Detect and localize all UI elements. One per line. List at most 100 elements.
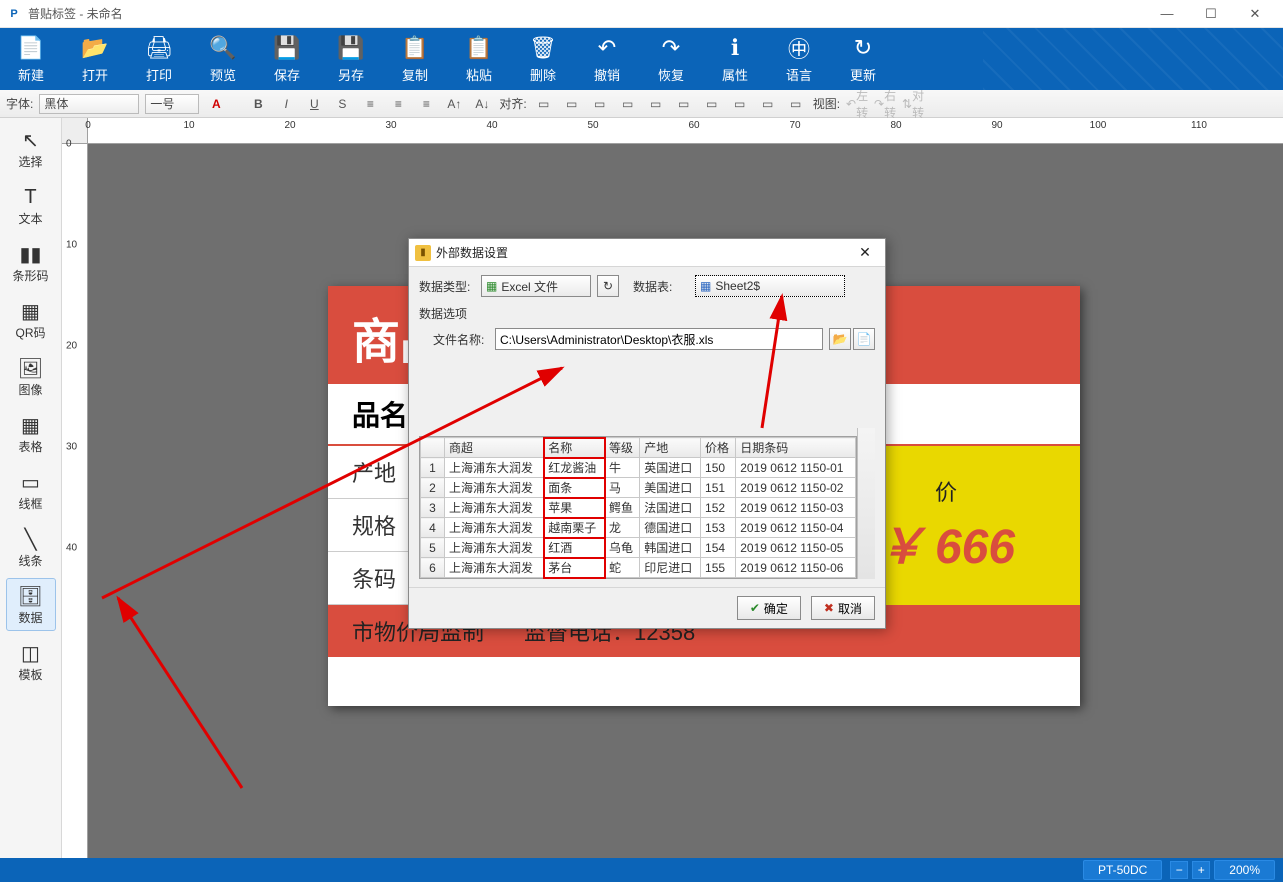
data-preview-table[interactable]: 商超名称等级产地价格日期条码1上海浦东大润发红龙酱油牛英国进口1502019 0… [419, 436, 857, 579]
table-cell[interactable]: 英国进口 [640, 458, 701, 478]
rotate-flip-button[interactable]: ⇅ 对转 [902, 94, 924, 114]
dialog-close-button[interactable]: ✕ [851, 243, 879, 263]
align-left-button[interactable]: ≡ [359, 94, 381, 114]
tool-image[interactable]: 🖼图像 [6, 350, 56, 403]
tool-select[interactable]: ↖选择 [6, 122, 56, 175]
copy-button[interactable]: 📋复制 [392, 35, 438, 84]
inc-font-button[interactable]: A↑ [443, 94, 465, 114]
table-scrollbar[interactable] [857, 428, 875, 579]
delete-button[interactable]: 🗑删除 [520, 35, 566, 84]
tool-line[interactable]: ╲线条 [6, 521, 56, 574]
obj-align-8[interactable]: ▭ [729, 94, 751, 114]
obj-align-2[interactable]: ▭ [561, 94, 583, 114]
browse-file-button[interactable]: 📂 [829, 328, 851, 350]
fontsize-select[interactable]: 一号 [145, 94, 199, 114]
table-cell[interactable]: 152 [701, 498, 736, 518]
obj-align-5[interactable]: ▭ [645, 94, 667, 114]
table-cell[interactable]: 龙 [605, 518, 640, 538]
table-cell[interactable]: 越南栗子 [544, 518, 605, 538]
underline-button[interactable]: U [303, 94, 325, 114]
canvas-area[interactable]: 0102030405060708090100110 010203040 商品 品… [62, 118, 1283, 858]
rotate-left-button[interactable]: ↶ 左转 [846, 94, 868, 114]
col-header[interactable]: 名称 [544, 438, 605, 458]
file-path-input[interactable] [495, 328, 823, 350]
col-header[interactable]: 日期条码 [736, 438, 856, 458]
open-button[interactable]: 📂打开 [72, 35, 118, 84]
col-header[interactable] [421, 438, 445, 458]
table-cell[interactable]: 马 [605, 478, 640, 498]
bold-button[interactable]: B [247, 94, 269, 114]
zoom-out-button[interactable]: − [1170, 861, 1188, 879]
tool-data[interactable]: 🗄数据 [6, 578, 56, 631]
table-cell[interactable]: 印尼进口 [640, 558, 701, 578]
data-table-select[interactable]: ▦ Sheet2$ [695, 275, 845, 297]
table-cell[interactable]: 150 [701, 458, 736, 478]
font-select[interactable]: 黑体 [39, 94, 139, 114]
tool-rect[interactable]: ▭线框 [6, 464, 56, 517]
file-info-button[interactable]: 📄 [853, 328, 875, 350]
tool-barcode[interactable]: ▮▮条形码 [6, 236, 56, 289]
cancel-button[interactable]: ✖取消 [811, 596, 875, 620]
update-button[interactable]: ↻更新 [840, 35, 886, 84]
table-cell[interactable]: 红酒 [544, 538, 605, 558]
col-header[interactable]: 产地 [640, 438, 701, 458]
table-cell[interactable]: 红龙酱油 [544, 458, 605, 478]
table-cell[interactable]: 韩国进口 [640, 538, 701, 558]
minimize-button[interactable]: — [1145, 0, 1189, 28]
table-cell[interactable]: 154 [701, 538, 736, 558]
saveas-button[interactable]: 💾另存 [328, 35, 374, 84]
undo-button[interactable]: ↶撤销 [584, 35, 630, 84]
obj-align-4[interactable]: ▭ [617, 94, 639, 114]
tool-qrcode[interactable]: ▦QR码 [6, 293, 56, 346]
preview-button[interactable]: 🔍预览 [200, 35, 246, 84]
table-cell[interactable]: 153 [701, 518, 736, 538]
table-cell[interactable]: 2019 0612 1150-03 [736, 498, 856, 518]
align-center-button[interactable]: ≡ [387, 94, 409, 114]
ok-button[interactable]: ✔确定 [737, 596, 801, 620]
table-cell[interactable]: 牛 [605, 458, 640, 478]
table-cell[interactable]: 美国进口 [640, 478, 701, 498]
table-cell[interactable]: 2019 0612 1150-04 [736, 518, 856, 538]
table-cell[interactable]: 面条 [544, 478, 605, 498]
align-right-button[interactable]: ≡ [415, 94, 437, 114]
font-color-button[interactable]: A [205, 94, 227, 114]
device-indicator[interactable]: PT-50DC [1083, 860, 1162, 880]
obj-align-10[interactable]: ▭ [785, 94, 807, 114]
maximize-button[interactable]: ☐ [1189, 0, 1233, 28]
table-cell[interactable]: 上海浦东大润发 [445, 458, 544, 478]
refresh-button[interactable]: ↻ [597, 275, 619, 297]
redo-button[interactable]: ↷恢复 [648, 35, 694, 84]
strike-button[interactable]: S [331, 94, 353, 114]
data-type-select[interactable]: ▦ Excel 文件 [481, 275, 591, 297]
col-header[interactable]: 商超 [445, 438, 544, 458]
obj-align-7[interactable]: ▭ [701, 94, 723, 114]
language-button[interactable]: ㊥语言 [776, 35, 822, 84]
table-cell[interactable]: 苹果 [544, 498, 605, 518]
tool-text[interactable]: T文本 [6, 179, 56, 232]
col-header[interactable]: 价格 [701, 438, 736, 458]
table-cell[interactable]: 法国进口 [640, 498, 701, 518]
rotate-right-button[interactable]: ↷ 右转 [874, 94, 896, 114]
table-cell[interactable]: 乌龟 [605, 538, 640, 558]
tool-table[interactable]: ▦表格 [6, 407, 56, 460]
dec-font-button[interactable]: A↓ [471, 94, 493, 114]
obj-align-9[interactable]: ▭ [757, 94, 779, 114]
zoom-in-button[interactable]: + [1192, 861, 1210, 879]
tool-template[interactable]: ◫模板 [6, 635, 56, 688]
table-cell[interactable]: 上海浦东大润发 [445, 538, 544, 558]
print-button[interactable]: 🖨打印 [136, 35, 182, 84]
table-cell[interactable]: 德国进口 [640, 518, 701, 538]
table-cell[interactable]: 茅台 [544, 558, 605, 578]
table-cell[interactable]: 151 [701, 478, 736, 498]
table-cell[interactable]: 2019 0612 1150-05 [736, 538, 856, 558]
obj-align-3[interactable]: ▭ [589, 94, 611, 114]
zoom-level[interactable]: 200% [1214, 860, 1275, 880]
table-cell[interactable]: 鳄鱼 [605, 498, 640, 518]
col-header[interactable]: 等级 [605, 438, 640, 458]
paste-button[interactable]: 📋粘贴 [456, 35, 502, 84]
table-cell[interactable]: 2019 0612 1150-06 [736, 558, 856, 578]
new-button[interactable]: 📄新建 [8, 35, 54, 84]
close-button[interactable]: ✕ [1233, 0, 1277, 28]
table-cell[interactable]: 上海浦东大润发 [445, 498, 544, 518]
table-cell[interactable]: 上海浦东大润发 [445, 558, 544, 578]
